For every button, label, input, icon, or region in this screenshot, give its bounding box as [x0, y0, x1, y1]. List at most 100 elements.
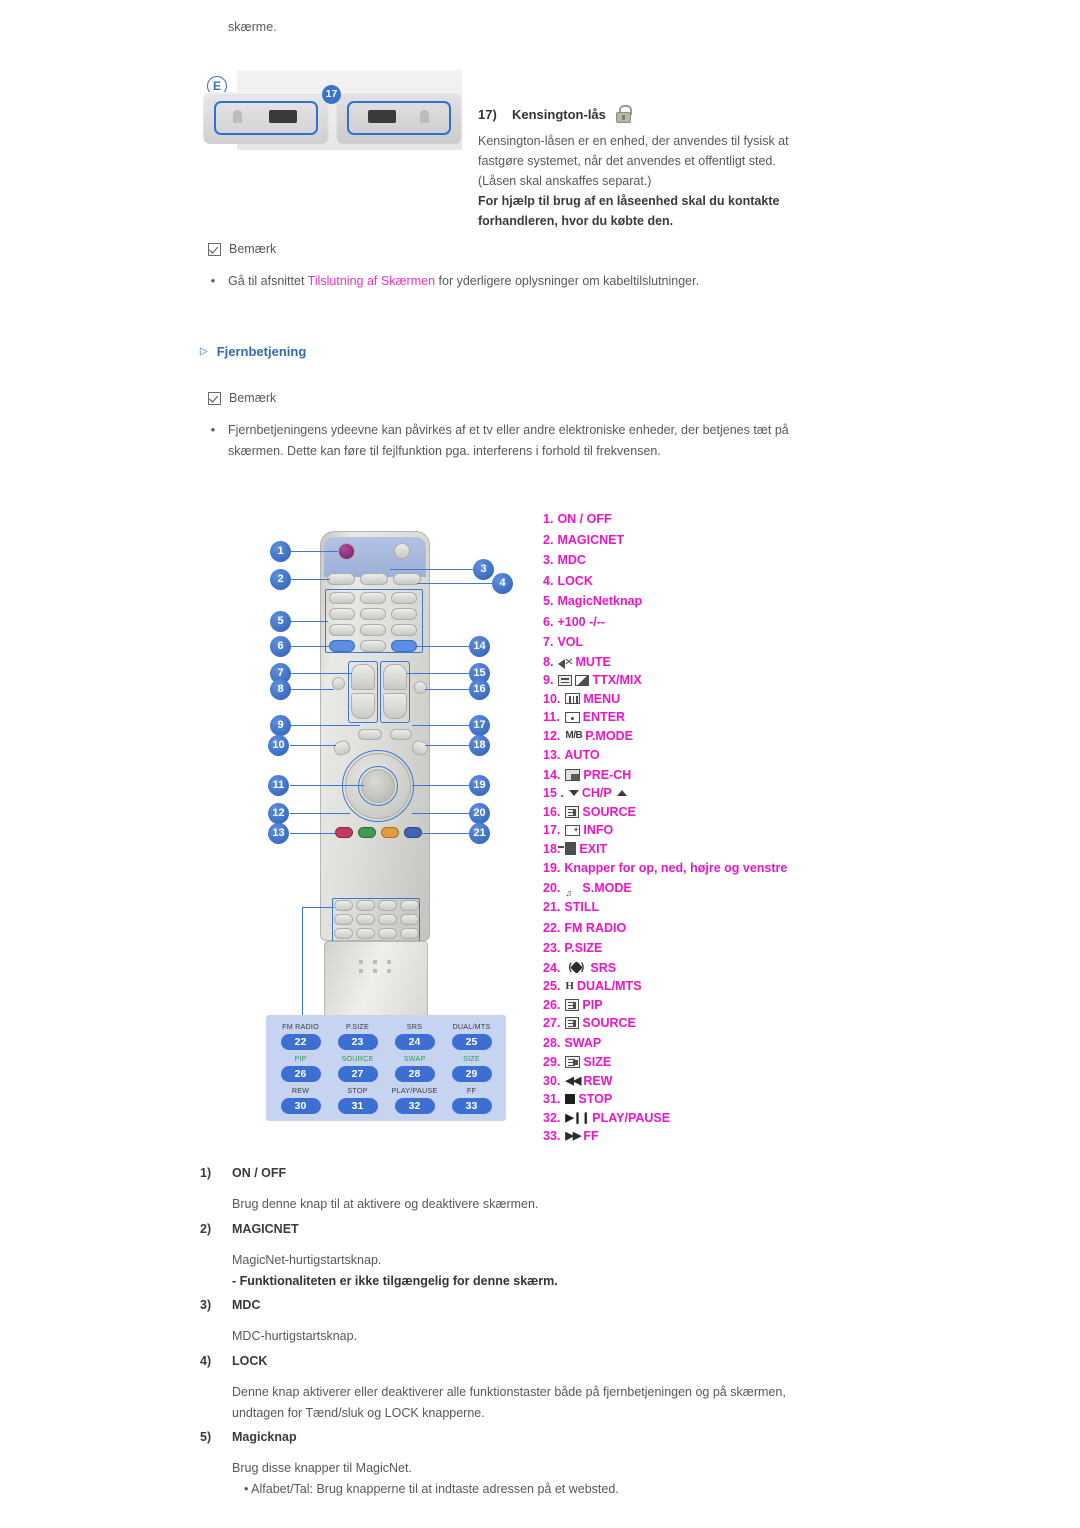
- desc-4-line-2: undtagen for Tænd/sluk og LOCK knapperne…: [232, 1406, 485, 1420]
- legend-item-number: 32.: [543, 1110, 561, 1125]
- media-key-30: [334, 928, 353, 939]
- panel-left: [203, 92, 329, 144]
- legend-item: 5. MagicNetknap: [543, 591, 843, 612]
- desc-1-number: 1): [200, 1166, 212, 1180]
- prech-button: [391, 640, 417, 652]
- legend-item-label: TTX/MIX: [592, 673, 642, 687]
- legend-item-number: 20.: [543, 880, 561, 895]
- remote-table-label: SRS: [406, 1022, 423, 1031]
- legend-item: 30. ◀◀ REW: [543, 1072, 843, 1091]
- media-key-28: [378, 914, 397, 925]
- note-1-text-after: for yderligere oplysninger om kabeltilsl…: [435, 274, 700, 288]
- desc-5-title: Magicknap: [232, 1430, 297, 1444]
- legend-item: 4. LOCK: [543, 571, 843, 592]
- remote-table-label: STOP: [347, 1086, 368, 1095]
- kensington-figure: E 17: [200, 70, 462, 158]
- remote-table-cell: 33: [443, 1096, 500, 1118]
- remote-table-cell: 26: [272, 1064, 329, 1086]
- media-key-27: [356, 914, 375, 925]
- media-key-22: [334, 900, 353, 911]
- lock-slot-left-icon: [233, 110, 242, 123]
- legend-item: 22. FM RADIO: [543, 918, 843, 939]
- key-4: [329, 608, 355, 620]
- remote-table-cell: SWAP: [386, 1054, 443, 1064]
- legend-item: 7. VOL: [543, 632, 843, 653]
- remote-legend-list: 1. ON / OFF 2. MAGICNET 3. MDC 4. LOCK 5. MagicNe…: [543, 509, 843, 1146]
- note-1-heading: Bemærk: [208, 242, 276, 256]
- bullet-icon: •: [210, 423, 216, 437]
- legend-item-label: EXIT: [579, 841, 608, 856]
- legend-item: 16. SOURCE: [543, 803, 843, 822]
- legend-item: 25. H DUAL/MTS: [543, 977, 843, 996]
- pip-icon: [565, 998, 580, 1011]
- legend-item-label: SOURCE: [582, 804, 636, 819]
- remote-table-number: 28: [394, 1066, 435, 1082]
- note-1-bullet: • Gå til afsnittet Tilslutning af Skærme…: [208, 271, 828, 292]
- legend-item: 28. SWAP: [543, 1033, 843, 1054]
- section-heading-fjernbetjening: ▷ Fjernbetjening: [200, 344, 306, 359]
- remote-table-number: 24: [394, 1034, 435, 1050]
- legend-item-label: SRS: [590, 960, 617, 975]
- color-button-red: [335, 827, 353, 838]
- legend-item-label: P.MODE: [585, 728, 633, 743]
- note-checkbox-icon: [208, 391, 221, 405]
- media-key-25: [400, 900, 419, 911]
- legend-item-number: 22.: [543, 920, 561, 935]
- remote-table-label: SWAP: [403, 1054, 426, 1063]
- desc-5-line-1: Brug disse knapper til MagicNet.: [232, 1461, 412, 1475]
- desc-4-body: Denne knap aktiverer eller deaktiverer a…: [232, 1382, 832, 1424]
- callout-2: 2: [270, 569, 291, 590]
- legend-item-number: 25.: [543, 979, 561, 993]
- legend-item-number: 3.: [543, 553, 554, 567]
- remote-table-cell: SIZE: [443, 1054, 500, 1064]
- mdc-button: [360, 573, 388, 585]
- remote-table-cell: PIP: [272, 1054, 329, 1064]
- kensington-number: 17): [478, 106, 497, 122]
- legend-item-number: 24.: [543, 960, 561, 975]
- info-button: [390, 729, 412, 740]
- callout-5: 5: [270, 611, 291, 632]
- source-icon: [565, 805, 580, 818]
- remote-table-number: 26: [280, 1066, 321, 1082]
- desc-3-number: 3): [200, 1298, 212, 1312]
- remote-table-label: SOURCE: [341, 1054, 374, 1063]
- size-icon: [565, 1056, 581, 1069]
- media-key-32: [378, 928, 397, 939]
- callout-14: 14: [469, 636, 490, 657]
- note-2-heading: Bemærk: [208, 391, 276, 405]
- desc-4-title: LOCK: [232, 1354, 268, 1368]
- legend-item-number: 18.: [543, 841, 561, 856]
- legend-item-number: 30.: [543, 1073, 561, 1088]
- callout-21: 21: [469, 823, 490, 844]
- legend-item-number: 19.: [543, 861, 561, 875]
- desc-2-bold-line-1: - Funktionaliteten er ikke tilgængelig f…: [232, 1274, 558, 1288]
- legend-item: 29. SIZE: [543, 1053, 843, 1072]
- note-1-text-before: Gå til afsnittet: [228, 274, 308, 288]
- desc-3-heading: 3) MDC: [200, 1298, 260, 1312]
- legend-item-label: SIZE: [583, 1055, 612, 1069]
- callout-19: 19: [469, 775, 490, 796]
- legend-item: 32. ▶❙❙ PLAY/PAUSE: [543, 1109, 843, 1128]
- legend-item: 2. MAGICNET: [543, 530, 843, 551]
- desc-5-number: 5): [200, 1430, 212, 1444]
- legend-item: 27. SOURCE: [543, 1014, 843, 1033]
- legend-item: 13. AUTO: [543, 745, 843, 766]
- remote-table-number: 27: [337, 1066, 378, 1082]
- legend-item: 9. TTX/MIX: [543, 671, 843, 690]
- panel-right: [336, 92, 462, 144]
- legend-item-number: 4.: [543, 573, 554, 588]
- remote-table-cell: 32: [386, 1096, 443, 1118]
- remote-table-number: 33: [451, 1098, 492, 1114]
- menu-icon: [565, 693, 581, 705]
- legend-item-label: INFO: [583, 823, 614, 837]
- media-key-31: [356, 928, 375, 939]
- callout-16: 16: [469, 679, 490, 700]
- smode-icon: ♫: [565, 887, 574, 898]
- link-tilslutning-af-skaermen[interactable]: Tilslutning af Skærmen: [308, 274, 435, 288]
- remote-table-cell: 31: [329, 1096, 386, 1118]
- legend-item: 33. ▶▶ FF: [543, 1127, 843, 1146]
- key-8: [360, 624, 386, 636]
- kensington-bold-line-1: For hjælp til brug af en låseenhed skal …: [478, 194, 780, 208]
- legend-item: 21. STILL: [543, 897, 843, 918]
- legend-item-label: SOURCE: [582, 1016, 636, 1030]
